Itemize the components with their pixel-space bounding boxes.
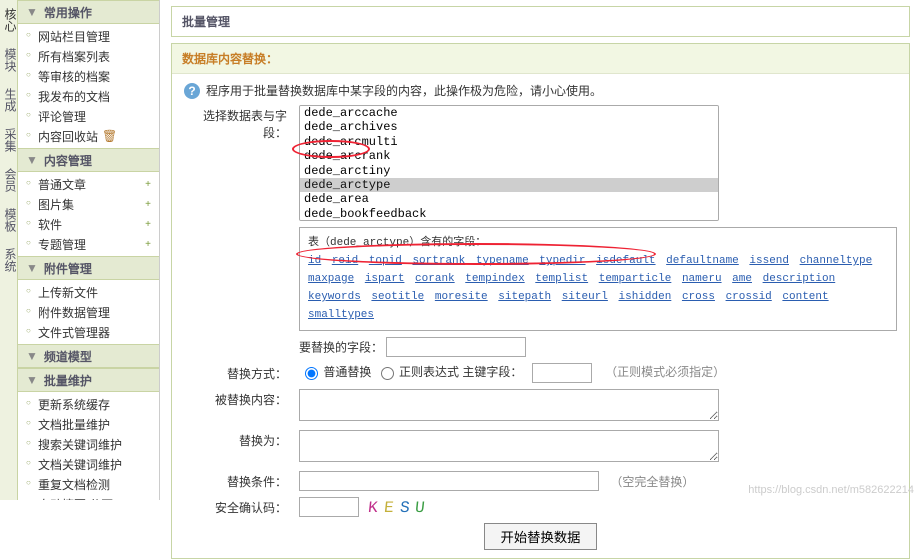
field-link[interactable]: sortrank: [412, 255, 465, 267]
trash-icon: 🗑: [102, 129, 117, 143]
menu-item[interactable]: 自动摘要|分页: [18, 494, 159, 500]
menu-item[interactable]: 重复文档检测: [18, 474, 159, 494]
field-link[interactable]: keywords: [308, 291, 361, 303]
fields-title: 表（dede_arctype）含有的字段：: [308, 234, 888, 252]
menu-item[interactable]: 文档批量维护: [18, 414, 159, 434]
chevron-icon: ▼: [26, 153, 38, 167]
field-link[interactable]: temparticle: [599, 273, 672, 285]
menu-item[interactable]: 所有档案列表: [18, 46, 159, 66]
chevron-icon: ▼: [26, 349, 38, 363]
old-content-textarea[interactable]: [299, 389, 719, 421]
field-link[interactable]: reid: [332, 255, 358, 267]
menu-item[interactable]: 附件数据管理: [18, 302, 159, 322]
field-link[interactable]: typedir: [539, 255, 585, 267]
field-link[interactable]: issend: [749, 255, 789, 267]
captcha-input[interactable]: [299, 497, 359, 517]
page-title: 批量管理: [171, 6, 910, 37]
chevron-icon: ▼: [26, 5, 38, 19]
chevron-icon: ▼: [26, 373, 38, 387]
field-link[interactable]: ame: [732, 273, 752, 285]
field-link[interactable]: smalltypes: [308, 309, 374, 321]
add-icon[interactable]: +: [145, 239, 151, 250]
panel-title: 数据库内容替换：: [172, 44, 909, 74]
menu-item[interactable]: 文档关键词维护: [18, 454, 159, 474]
field-link[interactable]: cross: [682, 291, 715, 303]
info-icon: ?: [184, 83, 200, 99]
radio-regex[interactable]: [381, 367, 394, 380]
warning-note: ? 程序用于批量替换数据库中某字段的内容，此操作极为危险，请小心使用。: [184, 82, 897, 99]
field-link[interactable]: crossid: [726, 291, 772, 303]
pk-field-input[interactable]: [532, 363, 592, 383]
field-link[interactable]: tempindex: [465, 273, 524, 285]
captcha-image[interactable]: KESU: [368, 499, 430, 517]
field-link[interactable]: isdefault: [596, 255, 655, 267]
menu-item[interactable]: 我发布的文档: [18, 86, 159, 106]
menu-item[interactable]: 评论管理: [18, 106, 159, 126]
menu-item[interactable]: 图片集+: [18, 194, 159, 214]
main-panel: 批量管理 数据库内容替换： ? 程序用于批量替换数据库中某字段的内容，此操作极为…: [165, 0, 920, 500]
submit-button[interactable]: 开始替换数据: [484, 523, 598, 550]
field-link[interactable]: moresite: [435, 291, 488, 303]
vertical-sidebar: 核心模块生成采集会员模板系统: [0, 0, 18, 500]
menu-item[interactable]: 内容回收站🗑: [18, 126, 159, 146]
menu-item[interactable]: 搜索关键词维护: [18, 434, 159, 454]
field-link[interactable]: sitepath: [498, 291, 551, 303]
menu-item[interactable]: 软件+: [18, 214, 159, 234]
condition-input[interactable]: [299, 471, 599, 491]
section-header[interactable]: ▼内容管理: [18, 148, 159, 172]
field-link[interactable]: id: [308, 255, 321, 267]
add-icon[interactable]: +: [145, 179, 151, 190]
menu-item[interactable]: 文件式管理器: [18, 322, 159, 342]
field-link[interactable]: ispart: [365, 273, 405, 285]
label-replace-field: 要替换的字段：: [299, 341, 383, 355]
menu-item[interactable]: 专题管理+: [18, 234, 159, 254]
field-link[interactable]: nameru: [682, 273, 722, 285]
field-link[interactable]: content: [782, 291, 828, 303]
add-icon[interactable]: +: [145, 219, 151, 230]
field-link[interactable]: channeltype: [800, 255, 873, 267]
field-link[interactable]: defaultname: [666, 255, 739, 267]
fields-box: 表（dede_arctype）含有的字段： id reid topid sort…: [299, 227, 897, 331]
add-icon[interactable]: +: [145, 199, 151, 210]
field-link[interactable]: typename: [476, 255, 529, 267]
menu-item[interactable]: 网站栏目管理: [18, 26, 159, 46]
section-header[interactable]: ▼批量维护: [18, 368, 159, 392]
section-header[interactable]: ▼频道模型: [18, 344, 159, 368]
field-link[interactable]: maxpage: [308, 273, 354, 285]
watermark: https://blog.csdn.net/m582622214: [748, 484, 914, 496]
label-old: 被替换内容：: [184, 389, 299, 408]
menu-item[interactable]: 普通文章+: [18, 174, 159, 194]
label-mode: 替换方式：: [184, 363, 299, 382]
field-link[interactable]: seotitle: [371, 291, 424, 303]
section-header[interactable]: ▼常用操作: [18, 0, 159, 24]
radio-normal[interactable]: [305, 367, 318, 380]
menu-item[interactable]: 更新系统缓存: [18, 394, 159, 414]
table-select[interactable]: dede_arccachedede_archivesdede_arcmultid…: [299, 105, 719, 221]
label-new: 替换为：: [184, 430, 299, 449]
label-condition: 替换条件：: [184, 471, 299, 490]
new-content-textarea[interactable]: [299, 430, 719, 462]
section-header[interactable]: ▼附件管理: [18, 256, 159, 280]
left-menu: ▼常用操作网站栏目管理所有档案列表等审核的档案我发布的文档评论管理内容回收站🗑▼…: [18, 0, 160, 500]
field-link[interactable]: description: [763, 273, 836, 285]
field-link[interactable]: siteurl: [562, 291, 608, 303]
replace-field-input[interactable]: [386, 337, 526, 357]
field-link[interactable]: ishidden: [619, 291, 672, 303]
field-link[interactable]: corank: [415, 273, 455, 285]
menu-item[interactable]: 上传新文件: [18, 282, 159, 302]
chevron-icon: ▼: [26, 261, 38, 275]
menu-item[interactable]: 等审核的档案: [18, 66, 159, 86]
warning-text: 程序用于批量替换数据库中某字段的内容，此操作极为危险，请小心使用。: [206, 82, 602, 99]
field-link[interactable]: templist: [535, 273, 588, 285]
label-select-table: 选择数据表与字段：: [184, 105, 299, 141]
panel: 数据库内容替换： ? 程序用于批量替换数据库中某字段的内容，此操作极为危险，请小…: [171, 43, 910, 559]
field-link[interactable]: topid: [369, 255, 402, 267]
fields-list: id reid topid sortrank typename typedir …: [308, 252, 888, 324]
